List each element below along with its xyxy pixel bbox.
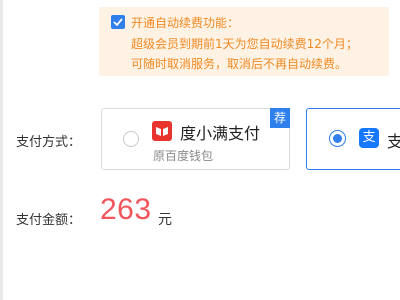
- alipay-logo-icon: 支: [359, 128, 379, 148]
- duxiaoman-subtitle: 原百度钱包: [153, 149, 214, 163]
- auto-renew-notice: 开通自动续费功能： 超级会员到期前1天为您自动续费12个月； 可随时取消服务，取…: [99, 7, 389, 76]
- duxiaoman-logo-icon: [152, 121, 172, 141]
- payment-option-alipay[interactable]: 支 支: [306, 108, 400, 170]
- payment-amount-label: 支付金额：: [16, 213, 82, 228]
- payment-amount-unit: 元: [158, 212, 172, 228]
- auto-renew-desc-line1: 超级会员到期前1天为您自动续费12个月；: [131, 37, 358, 51]
- alipay-radio[interactable]: [329, 130, 346, 147]
- duxiaoman-radio[interactable]: [123, 131, 139, 147]
- recommended-badge: 荐: [270, 108, 290, 128]
- payment-panel: 开通自动续费功能： 超级会员到期前1天为您自动续费12个月； 可随时取消服务，取…: [0, 0, 400, 300]
- checkmark-icon: [113, 18, 123, 26]
- payment-method-label: 支付方式：: [16, 135, 82, 150]
- alipay-name: 支: [387, 132, 400, 151]
- payment-option-duxiaoman[interactable]: 度小满支付 原百度钱包 荐: [101, 108, 290, 170]
- radio-selected-dot: [333, 134, 342, 143]
- left-edge-divider: [0, 0, 3, 300]
- payment-amount-value: 263: [100, 193, 152, 226]
- auto-renew-checkbox[interactable]: [111, 15, 125, 29]
- auto-renew-desc-line2: 可随时取消服务，取消后不再自动续费。: [131, 57, 348, 71]
- auto-renew-title[interactable]: 开通自动续费功能：: [131, 15, 239, 31]
- duxiaoman-name: 度小满支付: [180, 124, 261, 143]
